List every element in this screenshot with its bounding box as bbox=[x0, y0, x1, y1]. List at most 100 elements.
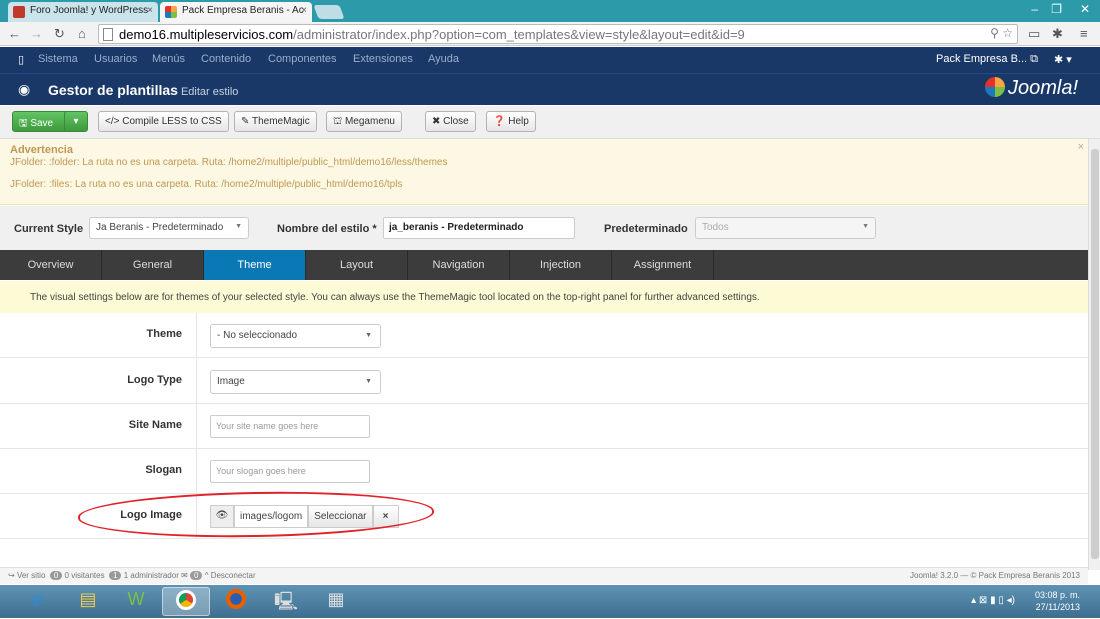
browser-tab-foro[interactable]: Foro Joomla! y WordPress × bbox=[8, 2, 158, 22]
logo-type-label: Logo Type bbox=[127, 374, 182, 386]
tab-overview[interactable]: Overview bbox=[0, 250, 102, 280]
default-value: Todos bbox=[702, 222, 729, 233]
tab-close-icon[interactable]: × bbox=[301, 5, 307, 16]
menu-extensiones[interactable]: Extensiones bbox=[353, 53, 413, 65]
save-button[interactable]: 🖫 Save bbox=[12, 111, 72, 132]
warning-line-2: JFolder: :files: La ruta no es una carpe… bbox=[10, 179, 403, 190]
clock[interactable]: 03:08 p. m. 27/11/2013 bbox=[1035, 589, 1080, 613]
site-link-label: Pack Empresa B... bbox=[936, 53, 1028, 65]
field-row-theme: Theme - No seleccionado ▼ bbox=[0, 313, 1088, 358]
page-title: Gestor de plantillas Editar estilo bbox=[48, 82, 238, 98]
theme-select[interactable]: - No seleccionado ▼ bbox=[210, 324, 381, 348]
caret-down-icon: ▼ bbox=[365, 332, 372, 339]
logout-link[interactable]: ^ Desconectar bbox=[205, 571, 256, 580]
tab-assignment[interactable]: Assignment bbox=[612, 250, 714, 280]
os-taskbar: ℯ ▤ W 🖳 ▦ ▴ ⊠ ▮ ▯ ◂) 03:08 p. m. 27/11/2… bbox=[0, 585, 1100, 618]
calculator-icon[interactable]: ▦ bbox=[312, 587, 360, 616]
style-settings-bar: Current Style Ja Beranis - Predeterminad… bbox=[0, 206, 1088, 250]
new-tab-button[interactable] bbox=[313, 5, 345, 19]
row-divider bbox=[196, 359, 197, 404]
restore-button[interactable]: ❐ bbox=[1051, 2, 1062, 16]
warning-alert: Advertencia JFolder: :folder: La ruta no… bbox=[0, 139, 1088, 205]
logo-type-select[interactable]: Image ▼ bbox=[210, 370, 381, 394]
eye-icon: ◉ bbox=[18, 81, 31, 97]
menu-sistema[interactable]: Sistema bbox=[38, 53, 78, 65]
menu-toggle-icon[interactable]: ▯ bbox=[18, 53, 24, 66]
close-window-button[interactable]: ✕ bbox=[1080, 2, 1090, 16]
site-name-input[interactable]: Your site name goes here bbox=[210, 415, 370, 438]
version-text: Joomla! 3.2.0 — © Pack Empresa Beranis 2… bbox=[910, 571, 1080, 580]
messages-badge: 0 bbox=[190, 571, 203, 580]
extension-icon[interactable]: ▭ bbox=[1028, 26, 1040, 42]
ie-icon[interactable]: ℯ bbox=[14, 587, 62, 616]
thememagic-label: ThemeMagic bbox=[251, 116, 310, 127]
close-button[interactable]: ✖ Close bbox=[425, 111, 476, 132]
browser-toolbar: ← → ↻ ⌂ demo16.multipleservicios.com/adm… bbox=[0, 22, 1100, 46]
minimize-button[interactable]: – bbox=[1031, 2, 1038, 16]
admin-menubar: ▯ Sistema Usuarios Menús Contenido Compo… bbox=[0, 47, 1100, 73]
tab-layout[interactable]: Layout bbox=[306, 250, 408, 280]
zoom-star-icons[interactable]: ⚲ ☆ bbox=[990, 26, 1013, 40]
menu-icon[interactable]: ≡ bbox=[1080, 26, 1088, 41]
mail-icon[interactable]: ✉ bbox=[181, 571, 188, 580]
megamenu-button[interactable]: ⛫ Megamenu bbox=[326, 111, 402, 132]
user-gear-icon[interactable]: ✱ ▾ bbox=[1054, 53, 1072, 66]
help-button[interactable]: ❓ Help bbox=[486, 111, 536, 132]
compile-less-button[interactable]: </> Compile LESS to CSS bbox=[98, 111, 229, 132]
default-label: Predeterminado bbox=[604, 223, 688, 235]
tab-label: Foro Joomla! y WordPress bbox=[30, 5, 149, 16]
caret-down-icon: ▼ bbox=[365, 378, 372, 385]
explorer-icon[interactable]: ▤ bbox=[64, 587, 112, 616]
menu-componentes[interactable]: Componentes bbox=[268, 53, 337, 65]
reload-icon[interactable]: ↻ bbox=[54, 26, 65, 42]
bug-icon[interactable]: ✱ bbox=[1052, 26, 1063, 42]
scrollbar-thumb[interactable] bbox=[1091, 149, 1099, 559]
close-label: Close bbox=[443, 116, 469, 127]
page-scrollbar[interactable] bbox=[1088, 139, 1100, 570]
menu-contenido[interactable]: Contenido bbox=[201, 53, 251, 65]
site-link[interactable]: Pack Empresa B... ⧉ bbox=[936, 53, 1038, 66]
menu-usuarios[interactable]: Usuarios bbox=[94, 53, 137, 65]
home-icon[interactable]: ⌂ bbox=[78, 26, 86, 41]
thememagic-button[interactable]: ✎ ThemeMagic bbox=[234, 111, 317, 132]
forward-icon[interactable]: → bbox=[30, 26, 43, 41]
webmatrix-icon[interactable]: W bbox=[112, 587, 160, 616]
back-icon[interactable]: ← bbox=[8, 26, 21, 41]
chrome-icon[interactable] bbox=[162, 587, 210, 616]
theme-value: - No seleccionado bbox=[217, 330, 298, 341]
admins-badge: 1 bbox=[109, 571, 122, 580]
network-app-icon[interactable]: 🖳 bbox=[262, 587, 310, 616]
slogan-input[interactable]: Your slogan goes here bbox=[210, 460, 370, 483]
caret-down-icon: ▼ bbox=[235, 223, 242, 230]
current-style-select[interactable]: Ja Beranis - Predeterminado ▼ bbox=[89, 217, 249, 239]
tab-injection[interactable]: Injection bbox=[510, 250, 612, 280]
field-row-logo-type: Logo Type Image ▼ bbox=[0, 359, 1088, 404]
menu-ayuda[interactable]: Ayuda bbox=[428, 53, 459, 65]
tab-navigation[interactable]: Navigation bbox=[408, 250, 510, 280]
style-name-input[interactable]: ja_beranis - Predeterminado bbox=[383, 217, 575, 239]
system-tray-icons[interactable]: ▴ ⊠ ▮ ▯ ◂) bbox=[971, 595, 1015, 606]
joomla-logo-icon bbox=[984, 77, 1005, 97]
joomla-logo: Joomla! bbox=[984, 77, 1078, 100]
tab-theme[interactable]: Theme bbox=[204, 250, 306, 280]
view-site-link[interactable]: ↪ Ver sitio bbox=[8, 571, 45, 580]
style-name-label: Nombre del estilo * bbox=[277, 223, 377, 235]
firefox-icon[interactable] bbox=[212, 587, 260, 616]
help-label: Help bbox=[508, 116, 529, 127]
url-path: /administrator/index.php?option=com_temp… bbox=[293, 27, 745, 42]
row-divider bbox=[196, 404, 197, 449]
clock-date: 27/11/2013 bbox=[1035, 602, 1080, 612]
tab-close-icon[interactable]: × bbox=[147, 5, 153, 16]
tab-general[interactable]: General bbox=[102, 250, 204, 280]
page-icon bbox=[103, 28, 113, 41]
alert-close-icon[interactable]: × bbox=[1078, 141, 1084, 153]
browser-tab-pack-empresa[interactable]: Pack Empresa Beranis - Ac × bbox=[160, 2, 312, 22]
save-dropdown-button[interactable]: ▾ bbox=[64, 111, 88, 132]
admin-statusbar: ↪ Ver sitio 0 0 visitantes 1 1 administr… bbox=[0, 567, 1088, 584]
settings-tabs: Overview General Theme Layout Navigation… bbox=[0, 250, 1088, 280]
url-bar[interactable]: demo16.multipleservicios.com/administrat… bbox=[98, 24, 1018, 44]
field-row-slogan: Slogan Your slogan goes here bbox=[0, 449, 1088, 494]
menu-menus[interactable]: Menús bbox=[152, 53, 185, 65]
logo-type-value: Image bbox=[217, 376, 245, 387]
save-label: Save bbox=[30, 118, 54, 129]
